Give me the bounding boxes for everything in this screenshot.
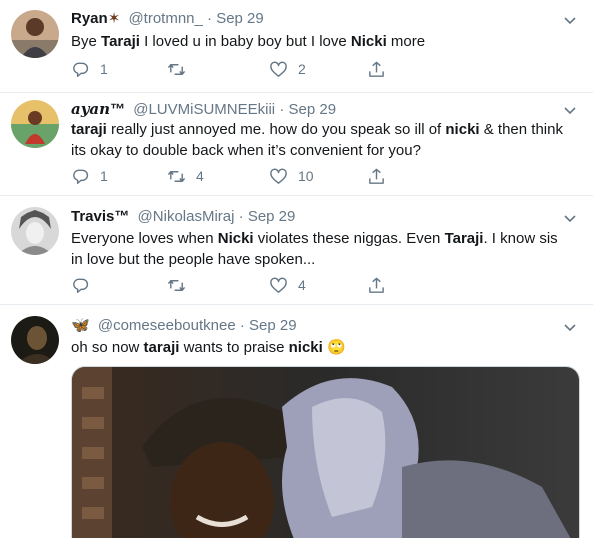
- tweet-text: oh so now taraji wants to praise nicki 🙄: [71, 339, 346, 356]
- timestamp[interactable]: Sep 29: [216, 10, 264, 27]
- tweet-actions: 1 2: [71, 59, 391, 79]
- retweet-button[interactable]: [167, 275, 196, 295]
- reply-button[interactable]: 1: [71, 166, 108, 186]
- tweet[interactable]: 𝒂𝒚𝒂𝒏™ @LUVMiSUMNEEkiii · Sep 29 taraji r…: [0, 93, 593, 196]
- timestamp[interactable]: Sep 29: [249, 317, 297, 334]
- avatar[interactable]: [11, 316, 59, 364]
- tweet-header: 🦋 @comeseeboutknee · Sep 29: [71, 317, 297, 335]
- retweet-button[interactable]: [167, 59, 196, 79]
- share-icon: [369, 61, 384, 77]
- like-button[interactable]: 4: [269, 275, 306, 295]
- video-still-image: [72, 367, 579, 538]
- tweet-header: Ryan✶ @trotmnn_ · Sep 29: [71, 10, 264, 28]
- tweet-text: taraji really just annoyed me. how do yo…: [71, 121, 563, 159]
- share-button[interactable]: [367, 166, 386, 186]
- display-name[interactable]: Travis™: [71, 208, 129, 225]
- avatar[interactable]: [11, 100, 59, 148]
- chevron-down-icon[interactable]: [561, 101, 579, 119]
- tweet-actions: 1 4 10: [71, 166, 391, 186]
- share-button[interactable]: [367, 59, 386, 79]
- retweet-icon: [167, 63, 186, 75]
- separator-dot: ·: [279, 101, 285, 118]
- tweet-header: 𝒂𝒚𝒂𝒏™ @LUVMiSUMNEEkiii · Sep 29: [71, 100, 336, 119]
- avatar[interactable]: [11, 10, 59, 58]
- chevron-down-icon[interactable]: [561, 209, 579, 227]
- avatar-photo: [11, 100, 59, 148]
- eye-roll-emoji: 🙄: [322, 339, 346, 356]
- timestamp[interactable]: Sep 29: [289, 101, 337, 118]
- reply-icon: [73, 169, 89, 184]
- separator-dot: ·: [238, 208, 244, 225]
- share-button[interactable]: [367, 275, 386, 295]
- chevron-down-icon[interactable]: [561, 318, 579, 336]
- retweet-count: 4: [196, 168, 204, 184]
- trademark-mark: ™: [110, 101, 126, 118]
- avatar-photo: [11, 10, 59, 58]
- tweet[interactable]: Ryan✶ @trotmnn_ · Sep 29 Bye Taraji I lo…: [0, 0, 593, 93]
- handle[interactable]: @LUVMiSUMNEEkiii: [133, 101, 275, 118]
- avatar-photo: [11, 207, 59, 255]
- reply-count: 1: [100, 168, 108, 184]
- handle[interactable]: @comeseeboutknee: [98, 317, 236, 334]
- timestamp[interactable]: Sep 29: [248, 208, 296, 225]
- retweet-button[interactable]: 4: [167, 166, 204, 186]
- like-count: 10: [298, 168, 314, 184]
- tweet-header: Travis™ @NikolasMiraj · Sep 29: [71, 208, 295, 226]
- separator-dot: ·: [207, 10, 213, 27]
- tweet-media-video[interactable]: [71, 366, 580, 538]
- heart-icon: [270, 168, 287, 184]
- reply-button[interactable]: [71, 275, 100, 295]
- display-name[interactable]: Ryan: [71, 10, 108, 27]
- handle[interactable]: @NikolasMiraj: [138, 208, 235, 225]
- reply-button[interactable]: 1: [71, 59, 108, 79]
- display-name[interactable]: 🦋: [71, 317, 90, 334]
- reply-count: 1: [100, 61, 108, 77]
- tweet-actions: 4: [71, 275, 391, 295]
- chevron-down-icon[interactable]: [561, 11, 579, 29]
- like-button[interactable]: 10: [269, 166, 314, 186]
- heart-icon: [270, 61, 287, 77]
- like-count: 4: [298, 277, 306, 293]
- reply-icon: [73, 278, 89, 293]
- tweet-text: Bye Taraji I loved u in baby boy but I l…: [71, 33, 426, 50]
- heart-icon: [270, 277, 287, 293]
- display-name[interactable]: 𝒂𝒚𝒂𝒏: [71, 100, 110, 118]
- tweet[interactable]: Travis™ @NikolasMiraj · Sep 29 Everyone …: [0, 196, 593, 305]
- like-button[interactable]: 2: [269, 59, 306, 79]
- like-count: 2: [298, 61, 306, 77]
- reply-icon: [73, 62, 89, 77]
- retweet-icon: [167, 170, 186, 182]
- tweet[interactable]: 🦋 @comeseeboutknee · Sep 29 oh so now ta…: [0, 305, 593, 538]
- share-icon: [369, 277, 384, 293]
- retweet-icon: [167, 279, 186, 291]
- share-icon: [369, 168, 384, 184]
- avatar[interactable]: [11, 207, 59, 255]
- separator-dot: ·: [239, 317, 245, 334]
- tweet-text: Everyone loves when Nicki violates these…: [71, 230, 558, 268]
- avatar-photo: [11, 316, 59, 364]
- name-emoji: ✶: [107, 10, 121, 27]
- handle[interactable]: @trotmnn_: [128, 10, 202, 27]
